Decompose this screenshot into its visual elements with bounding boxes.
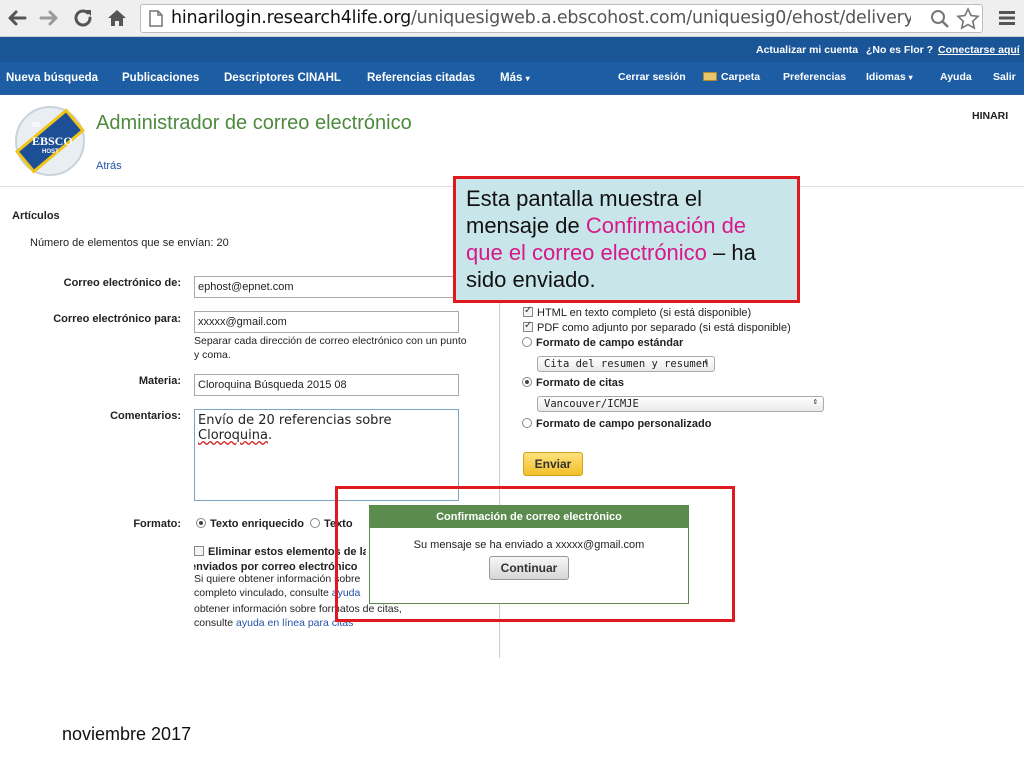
nav-publications[interactable]: Publicaciones (122, 72, 199, 84)
institution-label: HINARI (972, 110, 1009, 122)
browser-toolbar: hinarilogin.research4life.org/uniquesigw… (0, 0, 1024, 37)
radio-selected-icon[interactable] (522, 377, 532, 387)
nav-new-search[interactable]: Nueva búsqueda (6, 72, 98, 84)
item-count: Número de elementos que se envían: 20 (30, 237, 229, 249)
back-arrow-icon[interactable] (4, 5, 30, 31)
logo-text-host: HOST (42, 149, 59, 155)
bookmark-star-icon[interactable] (956, 7, 980, 30)
html-full-option[interactable]: HTML en texto completo (si está disponib… (523, 305, 751, 319)
menu-icon[interactable] (994, 5, 1020, 31)
chevron-down-icon: ▾ (525, 74, 530, 83)
logo-text-ebsco: EBSCO (32, 134, 73, 148)
nav-cinahl-headings[interactable]: Descriptores CINAHL (224, 72, 341, 84)
preferences-link[interactable]: Preferencias (783, 71, 846, 83)
languages-link[interactable]: Idiomas ▾ (866, 71, 913, 83)
dialog-title: Confirmación de correo electrónico (370, 506, 688, 528)
logo-text-mi: MI (32, 122, 40, 129)
checkbox-checked-icon[interactable] (523, 305, 533, 317)
custom-field-option[interactable]: Formato de campo personalizado (522, 418, 711, 430)
format-rich-option[interactable]: Texto enriquecido Texto (196, 518, 353, 530)
select-arrows-icon: ⇕ (812, 397, 818, 407)
url-text: hinarilogin.research4life.org/uniquesigw… (171, 8, 911, 28)
screenshot-root: hinarilogin.research4life.org/uniquesigw… (0, 0, 1024, 768)
ebsco-topbar: Actualizar mi cuenta ¿No es Flor ? Conec… (0, 37, 1024, 95)
help-link[interactable]: Ayuda (940, 71, 972, 83)
format-label: Formato: (133, 518, 181, 530)
page-icon (149, 10, 163, 27)
citation-option[interactable]: Formato de citas (522, 377, 624, 389)
exit-link[interactable]: Salir (993, 71, 1016, 83)
nav-cited-references[interactable]: Referencias citadas (367, 72, 475, 84)
subject-input[interactable]: Cloroquina Búsqueda 2015 08 (194, 374, 459, 396)
sign-in-link[interactable]: Conectarse aquí (938, 44, 1020, 56)
std-field-select[interactable]: Cita del resumen y resumen ⇕ (537, 356, 715, 372)
sign-out-link[interactable]: Cerrar sesión (618, 71, 686, 83)
back-link[interactable]: Atrás (96, 160, 122, 172)
from-input[interactable]: ephost@epnet.com (194, 276, 459, 298)
search-icon[interactable] (930, 9, 950, 29)
from-label: Correo electrónico de: (63, 277, 181, 289)
reload-icon[interactable] (70, 5, 96, 31)
citation-select[interactable]: Vancouver/ICMJE ⇕ (537, 396, 824, 412)
radio-selected-icon[interactable] (196, 518, 206, 528)
annotation-callout: Esta pantalla muestra el mensaje de Conf… (453, 176, 800, 303)
radio-icon[interactable] (522, 337, 532, 347)
confirmation-dialog: Confirmación de correo electrónico Su me… (369, 505, 689, 604)
radio-icon[interactable] (522, 418, 532, 428)
folder-link[interactable]: Carpeta (703, 71, 760, 83)
continue-button[interactable]: Continuar (489, 556, 569, 580)
ebsco-logo[interactable]: MI EBSCO HOST (10, 104, 88, 178)
send-button[interactable]: Enviar (523, 452, 583, 476)
address-bar[interactable]: hinarilogin.research4life.org/uniquesigw… (140, 4, 983, 33)
to-input[interactable]: xxxxx@gmail.com (194, 311, 459, 333)
folder-icon (703, 72, 717, 81)
to-label: Correo electrónico para: (53, 313, 181, 325)
update-account-link[interactable]: Actualizar mi cuenta (756, 44, 858, 56)
select-arrows-icon: ⇕ (703, 357, 709, 367)
page-title: Administrador de correo electrónico (96, 112, 412, 134)
pdf-attach-option[interactable]: PDF como adjunto por separado (si está d… (523, 320, 791, 334)
checkbox-icon[interactable] (194, 546, 204, 556)
slide-date: noviembre 2017 (62, 724, 192, 744)
section-title: Artículos (12, 210, 60, 222)
not-user-text: ¿No es Flor ? (866, 44, 934, 56)
radio-icon[interactable] (310, 518, 321, 528)
to-hint: Separar cada dirección de correo electró… (194, 335, 467, 361)
chevron-down-icon: ▾ (908, 73, 913, 82)
subject-label: Materia: (138, 375, 181, 387)
comments-label: Comentarios: (110, 410, 181, 422)
dialog-message: Su mensaje se ha enviado a xxxxx@gmail.c… (413, 539, 645, 551)
forward-arrow-icon[interactable] (36, 5, 62, 31)
home-icon[interactable] (104, 5, 130, 31)
nav-more[interactable]: Más ▾ (500, 72, 530, 84)
checkbox-checked-icon[interactable] (523, 320, 533, 332)
std-field-option[interactable]: Formato de campo estándar (522, 337, 683, 349)
